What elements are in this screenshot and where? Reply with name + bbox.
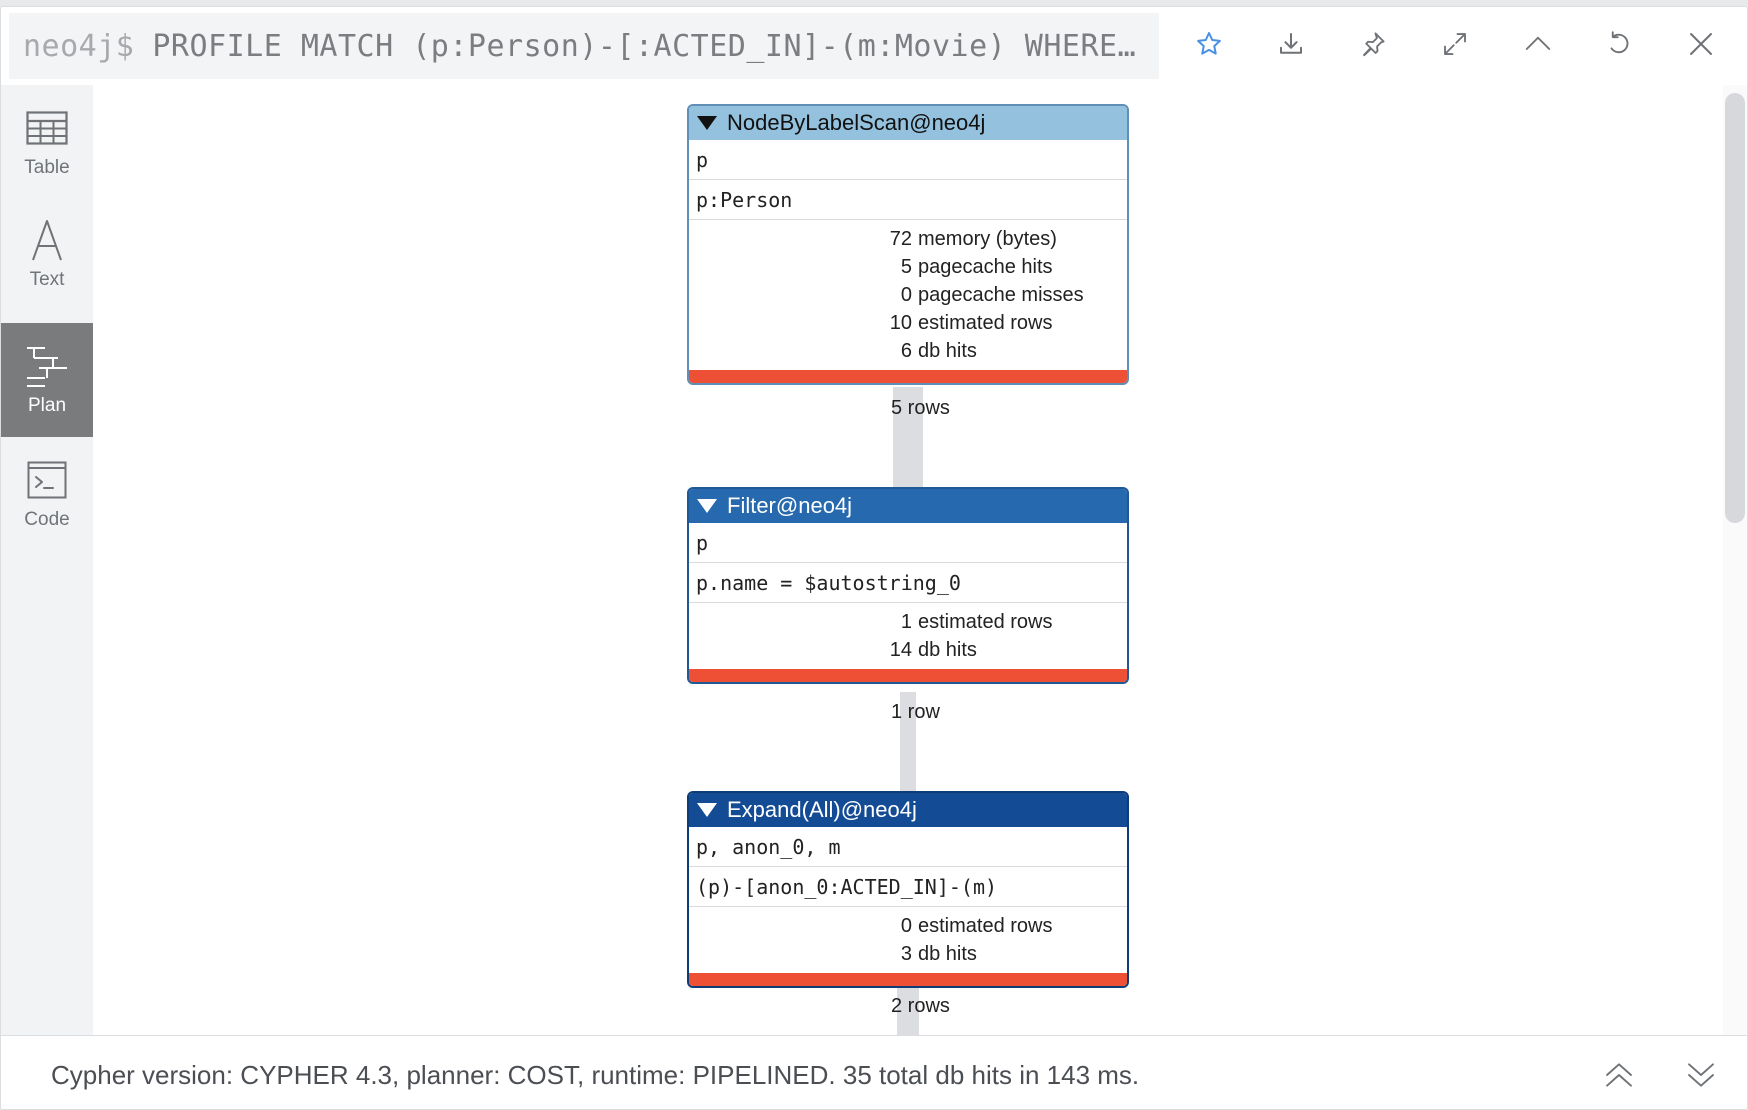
double-chevron-up-icon	[1606, 1063, 1632, 1087]
stat-row: 3 db hits	[900, 943, 977, 965]
operator-stats: 1 estimated rows 14 db hits	[689, 603, 1127, 669]
stat-row: 0 pagecache misses	[900, 284, 1084, 306]
collapse-triangle-icon	[697, 803, 717, 817]
expand-icon	[1444, 33, 1466, 55]
operator-header[interactable]: Expand(All)@neo4j	[689, 793, 1127, 827]
db-hits-bar	[689, 669, 1127, 682]
scroll-top-button[interactable]	[1596, 1052, 1642, 1098]
edge-row-count: 5 rows	[891, 397, 950, 419]
sidebar-item-code[interactable]: Code	[1, 437, 93, 551]
fullscreen-button[interactable]	[1432, 21, 1478, 67]
plan-operator-nodebylabelscan[interactable]: NodeByLabelScan@neo4j p p:Person 72 memor…	[687, 104, 1129, 385]
plan-icon	[27, 347, 67, 387]
double-chevron-down-icon	[1688, 1063, 1714, 1087]
refresh-icon	[1610, 31, 1629, 54]
db-hits-bar	[689, 370, 1127, 383]
code-icon	[27, 461, 67, 499]
query-summary: Cypher version: CYPHER 4.3, planner: COS…	[51, 1060, 1140, 1090]
scrollbar-thumb[interactable]	[1725, 93, 1745, 523]
table-icon	[26, 111, 68, 145]
edge-row-count: 1 row	[891, 701, 940, 723]
operator-title: Expand(All)@neo4j	[727, 797, 917, 822]
stat-row: 72 memory (bytes)	[889, 228, 1057, 250]
operator-identifiers: p, anon_0, m	[689, 827, 1127, 867]
stat-row: 14 db hits	[889, 639, 977, 661]
result-frame: neo4j$ PROFILE MATCH (p:Person)-[:ACTED_…	[0, 6, 1748, 1110]
frame-header: neo4j$ PROFILE MATCH (p:Person)-[:ACTED_…	[1, 7, 1747, 85]
stat-row: 10 estimated rows	[889, 312, 1053, 334]
operator-title: Filter@neo4j	[727, 493, 853, 518]
operator-details: p.name = $autostring_0	[689, 563, 1127, 603]
edge-row-count: 2 rows	[891, 995, 950, 1017]
query-editor[interactable]: neo4j$ PROFILE MATCH (p:Person)-[:ACTED_…	[9, 13, 1159, 79]
chevron-up-icon	[1525, 36, 1551, 50]
operator-stats: 0 estimated rows 3 db hits	[689, 907, 1127, 973]
scroll-bottom-button[interactable]	[1678, 1052, 1724, 1098]
text-icon	[32, 220, 62, 261]
stat-row: 1 estimated rows	[900, 611, 1053, 633]
collapse-button[interactable]	[1515, 21, 1561, 67]
download-icon	[1280, 33, 1302, 54]
favorite-button[interactable]	[1186, 21, 1232, 67]
star-icon	[1197, 32, 1221, 55]
operator-stats: 72 memory (bytes) 5 pagecache hits 0 pageca…	[689, 220, 1127, 370]
rerun-button[interactable]	[1596, 21, 1642, 67]
status-footer: Cypher version: CYPHER 4.3, planner: COS…	[1, 1035, 1747, 1109]
view-sidebar: Table Text Plan Code	[1, 85, 93, 1035]
operator-details: (p)-[anon_0:ACTED_IN]-(m)	[689, 867, 1127, 907]
query-text[interactable]: PROFILE MATCH (p:Person)-[:ACTED_IN]-(m:…	[152, 29, 1136, 64]
operator-identifiers: p	[689, 140, 1127, 180]
pin-icon	[1363, 32, 1385, 57]
download-button[interactable]	[1268, 21, 1314, 67]
prompt-label: neo4j$	[23, 28, 135, 64]
collapse-triangle-icon	[697, 499, 717, 513]
collapse-triangle-icon	[697, 116, 717, 130]
plan-operator-filter[interactable]: Filter@neo4j p p.name = $autostring_0 1e…	[687, 487, 1129, 684]
operator-identifiers: p	[689, 523, 1127, 563]
stat-row: 6 db hits	[900, 340, 977, 362]
close-button[interactable]	[1678, 21, 1724, 67]
sidebar-item-table[interactable]: Table	[1, 85, 93, 199]
stat-row: 0 estimated rows	[900, 915, 1053, 937]
sidebar-item-text[interactable]: Text	[1, 197, 93, 311]
sidebar-item-plan[interactable]: Plan	[1, 323, 93, 437]
sidebar-item-label: Code	[24, 509, 70, 530]
sidebar-item-label: Plan	[27, 395, 67, 416]
sidebar-item-label: Table	[24, 157, 70, 178]
stat-row: 5 pagecache hits	[900, 256, 1053, 278]
pin-button[interactable]	[1350, 21, 1396, 67]
db-hits-bar	[689, 973, 1127, 986]
operator-title: NodeByLabelScan@neo4j	[727, 110, 986, 135]
operator-header[interactable]: Filter@neo4j	[689, 489, 1127, 523]
close-icon	[1690, 33, 1712, 55]
plan-operator-expand[interactable]: Expand(All)@neo4j p, anon_0, m (p)-[anon…	[687, 791, 1129, 988]
operator-header[interactable]: NodeByLabelScan@neo4j	[689, 106, 1127, 140]
operator-details: p:Person	[689, 180, 1127, 220]
sidebar-item-label: Text	[29, 269, 65, 290]
